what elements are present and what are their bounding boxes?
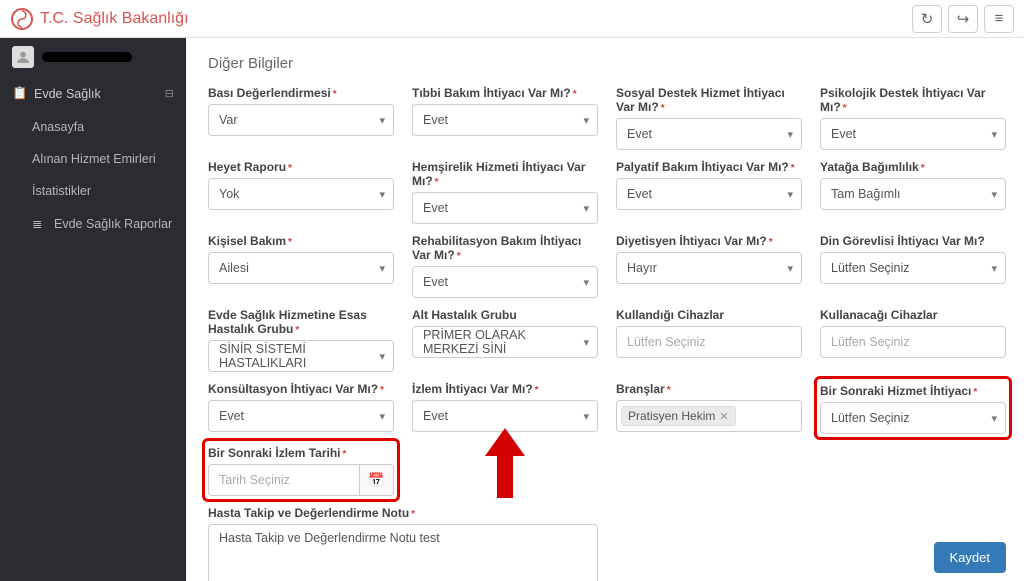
sidebar-item-label: Evde Sağlık bbox=[34, 87, 101, 101]
refresh-button[interactable]: ↻ bbox=[912, 5, 942, 33]
label-brans: Branşlar bbox=[616, 382, 665, 396]
topbar: T.C. Sağlık Bakanlığı ↻ ↪ ≡ bbox=[0, 0, 1024, 38]
select-yataga[interactable]: Tam Bağımlı bbox=[820, 178, 1006, 210]
avatar bbox=[12, 46, 34, 68]
highlight-sonraki-tarih: Bir Sonraki İzlem Tarihi* Tarih Seçiniz … bbox=[202, 438, 400, 502]
tag-remove-icon[interactable]: ✕ bbox=[719, 410, 728, 423]
select-psiko[interactable]: Evet bbox=[820, 118, 1006, 150]
menu-button[interactable]: ≡ bbox=[984, 5, 1014, 33]
main-content: Diğer Bilgiler Bası Değerlendirmesi*Var … bbox=[186, 0, 1024, 581]
input-kullanacagi[interactable]: Lütfen Seçiniz bbox=[820, 326, 1006, 358]
label-sosyal: Sosyal Destek Hizmet İhtiyacı Var Mı? bbox=[616, 86, 785, 114]
sidebar-item-raporlar[interactable]: ≣Evde Sağlık Raporlar bbox=[0, 207, 186, 240]
tag-pratisyen[interactable]: Pratisyen Hekim✕ bbox=[621, 406, 736, 426]
label-sonraki-tarih: Bir Sonraki İzlem Tarihi bbox=[208, 446, 340, 460]
select-basi[interactable]: Var bbox=[208, 104, 394, 136]
sidebar: 📋 Evde Sağlık ⊟ Anasayfa Alınan Hizmet Em… bbox=[0, 0, 186, 581]
select-rehab[interactable]: Evet bbox=[412, 266, 598, 298]
label-konsult: Konsültasyon İhtiyacı Var Mı? bbox=[208, 382, 378, 396]
label-basi: Bası Değerlendirmesi bbox=[208, 86, 331, 100]
footer: Kaydet bbox=[934, 542, 1006, 573]
list-icon: ≣ bbox=[32, 216, 46, 231]
save-button[interactable]: Kaydet bbox=[934, 542, 1006, 573]
select-kisisel[interactable]: Ailesi bbox=[208, 252, 394, 284]
logout-button[interactable]: ↪ bbox=[948, 5, 978, 33]
calendar-icon: 📅 bbox=[368, 472, 384, 488]
select-hemsire[interactable]: Evet bbox=[412, 192, 598, 224]
top-actions: ↻ ↪ ≡ bbox=[912, 5, 1014, 33]
label-notu: Hasta Takip ve Değerlendirme Notu bbox=[208, 506, 409, 520]
sidebar-item-evde-saglik[interactable]: 📋 Evde Sağlık ⊟ bbox=[0, 76, 186, 111]
collapse-icon: ⊟ bbox=[165, 87, 174, 100]
label-izlem: İzlem İhtiyacı Var Mı? bbox=[412, 382, 533, 396]
logo-icon bbox=[10, 7, 34, 31]
clipboard-icon: 📋 bbox=[12, 86, 26, 101]
select-tibbi[interactable]: Evet bbox=[412, 104, 598, 136]
label-alt: Alt Hastalık Grubu bbox=[412, 308, 517, 322]
label-kullanacagi: Kullanacağı Cihazlar bbox=[820, 308, 937, 322]
user-name-redacted bbox=[42, 52, 132, 62]
select-heyet[interactable]: Yok bbox=[208, 178, 394, 210]
label-palyatif: Palyatif Bakım İhtiyacı Var Mı? bbox=[616, 160, 789, 174]
select-din[interactable]: Lütfen Seçiniz bbox=[820, 252, 1006, 284]
label-yataga: Yatağa Bağımlılık bbox=[820, 160, 919, 174]
label-kisisel: Kişisel Bakım bbox=[208, 234, 286, 248]
label-tibbi: Tıbbi Bakım İhtiyacı Var Mı? bbox=[412, 86, 571, 100]
input-brans[interactable]: Pratisyen Hekim✕ bbox=[616, 400, 802, 432]
annotation-arrow-icon bbox=[485, 428, 525, 498]
label-diyet: Diyetisyen İhtiyacı Var Mı? bbox=[616, 234, 767, 248]
select-diyet[interactable]: Hayır bbox=[616, 252, 802, 284]
sidebar-item-alinan-hizmet[interactable]: Alınan Hizmet Emirleri bbox=[0, 143, 186, 175]
input-sonraki-tarih[interactable]: Tarih Seçiniz bbox=[208, 464, 360, 496]
label-kullandigi: Kullandığı Cihazlar bbox=[616, 308, 724, 322]
user-row bbox=[0, 38, 186, 76]
highlight-sonraki-hizmet: Bir Sonraki Hizmet İhtiyacı*Lütfen Seçin… bbox=[814, 376, 1012, 440]
select-konsult[interactable]: Evet bbox=[208, 400, 394, 432]
label-din: Din Görevlisi İhtiyacı Var Mı? bbox=[820, 234, 985, 248]
sidebar-item-anasayfa[interactable]: Anasayfa bbox=[0, 111, 186, 143]
brand-text: T.C. Sağlık Bakanlığı bbox=[40, 10, 189, 28]
label-sonraki-hizmet: Bir Sonraki Hizmet İhtiyacı bbox=[820, 384, 971, 398]
label-rehab: Rehabilitasyon Bakım İhtiyacı Var Mı? bbox=[412, 234, 581, 262]
calendar-button[interactable]: 📅 bbox=[360, 464, 394, 496]
textarea-notu[interactable]: Hasta Takip ve Değerlendirme Notu test bbox=[208, 524, 598, 581]
label-heyet: Heyet Raporu bbox=[208, 160, 286, 174]
select-alt[interactable]: PRİMER OLARAK MERKEZİ SİNİ bbox=[412, 326, 598, 358]
select-sonraki-hizmet[interactable]: Lütfen Seçiniz bbox=[820, 402, 1006, 434]
sidebar-item-istatistikler[interactable]: İstatistikler bbox=[0, 175, 186, 207]
section-title: Diğer Bilgiler bbox=[208, 55, 1006, 72]
brand: T.C. Sağlık Bakanlığı bbox=[10, 7, 189, 31]
input-kullandigi[interactable]: Lütfen Seçiniz bbox=[616, 326, 802, 358]
select-palyatif[interactable]: Evet bbox=[616, 178, 802, 210]
select-sosyal[interactable]: Evet bbox=[616, 118, 802, 150]
select-esas[interactable]: SİNİR SİSTEMİ HASTALIKLARI bbox=[208, 340, 394, 372]
label-esas: Evde Sağlık Hizmetine Esas Hastalık Grub… bbox=[208, 308, 367, 336]
